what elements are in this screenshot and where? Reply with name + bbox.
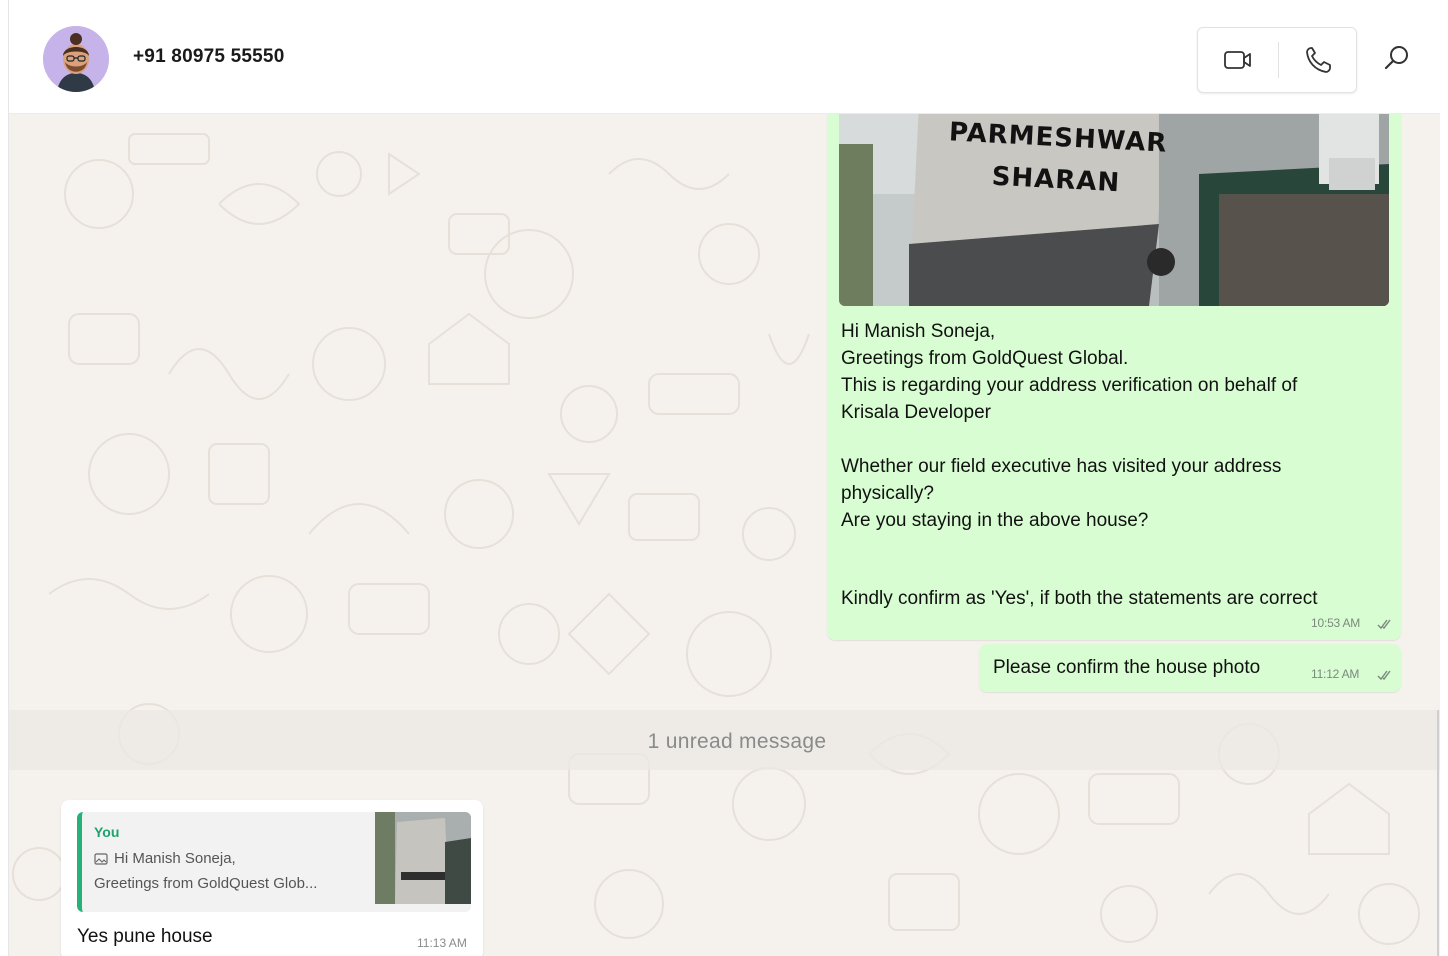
- quote-thumbnail: [375, 812, 471, 904]
- photo-icon: [94, 852, 108, 865]
- contact-name[interactable]: +91 80975 55550: [133, 46, 284, 68]
- message-line: Greetings from GoldQuest Global.: [841, 348, 1129, 369]
- photo-sign-text: PARMESHWAR SHARAN: [945, 114, 1169, 207]
- chat-header: +91 80975 55550: [9, 0, 1440, 114]
- message-line: Krisala Developer: [841, 402, 991, 423]
- memoji-avatar-icon: [43, 26, 109, 92]
- message-line: Are you staying in the above house?: [841, 510, 1149, 531]
- image-message-text: Hi Manish Soneja, Greetings from GoldQue…: [841, 318, 1381, 534]
- unread-separator: 1 unread message: [647, 730, 827, 753]
- confirm-message-text: Please confirm the house photo: [993, 657, 1261, 678]
- reply-message-bubble[interactable]: You Hi Manish Soneja, Greetings from Gol…: [61, 800, 483, 956]
- reply-message-text: Yes pune house: [77, 926, 213, 947]
- chat-window: +91 80975 55550 PARMESHWAR SHARAN Hi Man…: [8, 0, 1440, 956]
- message-line: Hi Manish Soneja,: [841, 321, 996, 342]
- image-message-last-line: Kindly confirm as 'Yes', if both the sta…: [841, 588, 1318, 609]
- quote-line1: Hi Manish Soneja,: [94, 850, 236, 867]
- message-timestamp: 11:12 AM: [1311, 667, 1360, 681]
- double-check-icon: [1377, 619, 1391, 630]
- contact-avatar[interactable]: [43, 26, 109, 92]
- double-check-icon: [1377, 670, 1391, 681]
- message-line: This is regarding your address verificat…: [841, 375, 1298, 396]
- house-photo[interactable]: PARMESHWAR SHARAN: [839, 114, 1389, 306]
- message-timestamp: 11:13 AM: [417, 936, 467, 950]
- scrollbar[interactable]: [1437, 710, 1439, 956]
- video-call-button[interactable]: [1198, 28, 1277, 92]
- search-button[interactable]: [1379, 40, 1415, 76]
- phone-icon: [1305, 47, 1331, 73]
- search-icon: [1384, 46, 1408, 70]
- message-line: Whether our field executive has visited …: [841, 456, 1282, 477]
- quote-author: You: [94, 824, 120, 840]
- message-line: [841, 426, 1381, 453]
- house-thumbnail-image: [375, 812, 471, 904]
- message-line: physically?: [841, 483, 934, 504]
- quoted-message[interactable]: You Hi Manish Soneja, Greetings from Gol…: [77, 812, 471, 912]
- message-list[interactable]: PARMESHWAR SHARAN Hi Manish Soneja, Gree…: [9, 114, 1440, 956]
- quote-line2: Greetings from GoldQuest Glob...: [94, 875, 318, 892]
- video-camera-icon: [1223, 51, 1251, 69]
- message-timestamp: 10:53 AM: [1311, 616, 1361, 630]
- call-button-group: [1197, 27, 1357, 93]
- image-message-bubble[interactable]: PARMESHWAR SHARAN Hi Manish Soneja, Gree…: [827, 114, 1401, 640]
- quote-line1-text: Hi Manish Soneja,: [114, 850, 236, 867]
- voice-call-button[interactable]: [1278, 28, 1357, 92]
- confirm-message-bubble[interactable]: Please confirm the house photo 11:12 AM: [979, 644, 1401, 692]
